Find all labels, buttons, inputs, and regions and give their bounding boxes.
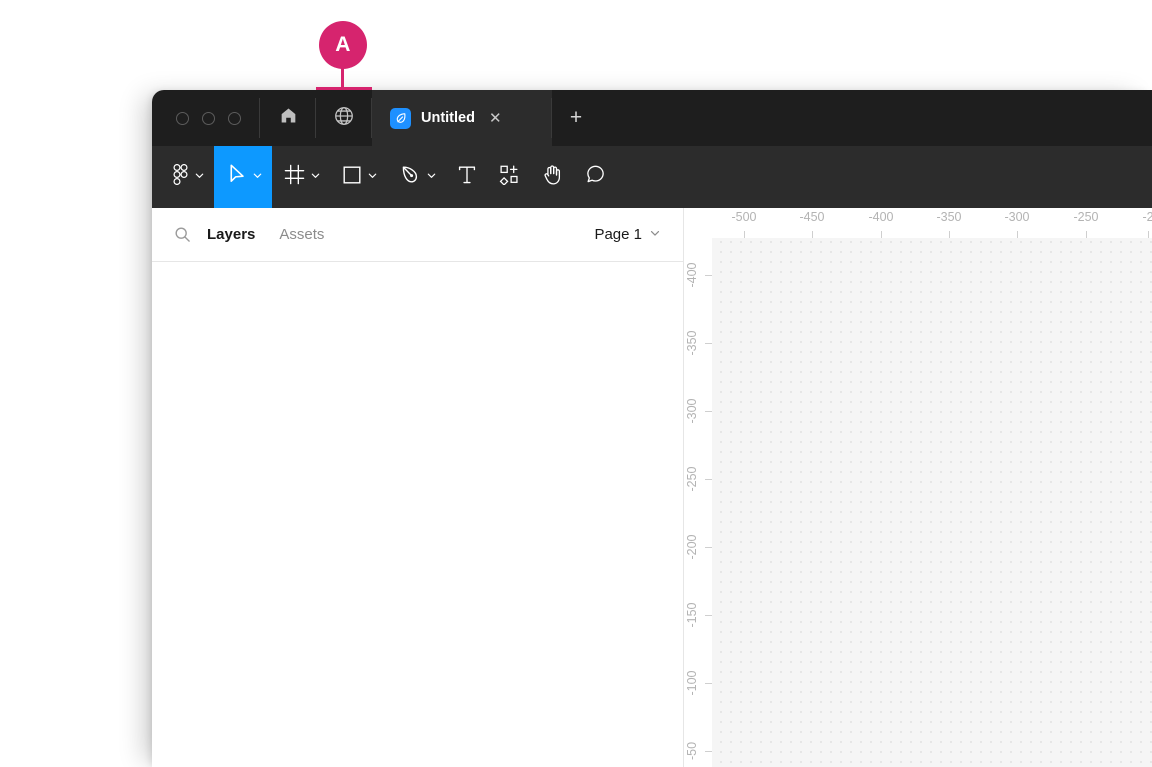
rectangle-icon xyxy=(342,165,362,190)
search-icon[interactable] xyxy=(174,226,191,243)
toolbar-empty-space xyxy=(617,146,1152,208)
ruler-h-tick xyxy=(949,231,950,238)
frame-icon xyxy=(284,164,305,190)
ruler-h-label: -350 xyxy=(936,210,962,224)
ruler-h-label: -450 xyxy=(799,210,825,224)
ruler-v-label: -50 xyxy=(685,741,699,761)
title-bar: Untitled ✕ + xyxy=(152,90,1152,146)
close-dot[interactable] xyxy=(175,111,189,125)
ruler-v-tick xyxy=(705,343,712,344)
figma-menu-button[interactable] xyxy=(160,146,214,208)
text-tool-button[interactable] xyxy=(446,146,488,208)
ruler-h-tick xyxy=(744,231,745,238)
left-panel: Layers Assets Page 1 xyxy=(152,208,684,767)
annotation-badge: A xyxy=(319,21,367,69)
ruler-v-tick xyxy=(705,615,712,616)
ruler-v-label: -400 xyxy=(685,262,699,288)
window-controls xyxy=(152,90,260,146)
canvas-area: -500 -450 -400 -350 -300 -250 -2 -400 -350 -300-… xyxy=(684,208,1152,767)
chevron-down-icon xyxy=(426,168,437,186)
page-selector[interactable]: Page 1 xyxy=(594,226,661,243)
annotation-stem xyxy=(341,67,344,89)
toolbar xyxy=(152,146,1152,208)
pen-tool-button[interactable] xyxy=(387,146,446,208)
text-icon xyxy=(457,164,477,191)
ruler-v-tick xyxy=(705,547,712,548)
app-window: Untitled ✕ + Layers Assets Page 1 -500 -… xyxy=(152,90,1152,767)
vertical-ruler[interactable]: -400 -350 -300 -250 -200 -150 -100 -50 xyxy=(684,238,712,767)
page-selector-label: Page 1 xyxy=(594,226,642,243)
shape-tool-button[interactable] xyxy=(330,146,387,208)
ruler-h-label: -500 xyxy=(731,210,757,224)
close-icon[interactable]: ✕ xyxy=(489,111,502,126)
ruler-h-label: -250 xyxy=(1073,210,1099,224)
ruler-h-label: -300 xyxy=(1004,210,1030,224)
design-canvas[interactable] xyxy=(712,238,1152,767)
resources-tool-button[interactable] xyxy=(488,146,531,208)
ruler-v-tick xyxy=(705,751,712,752)
ruler-corner xyxy=(684,208,712,238)
title-bar-empty-space xyxy=(600,90,1152,146)
chevron-down-icon xyxy=(367,168,378,186)
minimize-dot[interactable] xyxy=(201,111,215,125)
new-tab-button[interactable]: + xyxy=(552,90,600,146)
hand-tool-button[interactable] xyxy=(531,146,574,208)
ruler-h-tick xyxy=(812,231,813,238)
frame-tool-button[interactable] xyxy=(272,146,330,208)
figma-logo-icon xyxy=(172,163,189,190)
move-tool-button[interactable] xyxy=(214,146,272,208)
globe-icon xyxy=(333,105,355,132)
ruler-h-tick xyxy=(1148,231,1149,238)
ruler-h-tick xyxy=(1017,231,1018,238)
content-area: Layers Assets Page 1 -500 -450 -400 -350 -30… xyxy=(152,208,1152,767)
ruler-v-label: -350 xyxy=(685,330,699,356)
ruler-v-label: -150 xyxy=(685,602,699,628)
tab-layers[interactable]: Layers xyxy=(207,226,255,243)
ruler-h-label: -400 xyxy=(868,210,894,224)
ruler-h-label: -2 xyxy=(1142,210,1152,224)
comment-tool-button[interactable] xyxy=(574,146,617,208)
screenshot-root: A Untitled ✕ + Layers Assets Page 1 -500… xyxy=(0,0,1152,767)
ruler-v-tick xyxy=(705,479,712,480)
ruler-h-tick xyxy=(1086,231,1087,238)
pen-icon xyxy=(399,164,421,191)
chevron-down-icon xyxy=(649,226,661,243)
ruler-v-label: -300 xyxy=(685,398,699,424)
layers-list[interactable] xyxy=(152,262,683,767)
horizontal-ruler[interactable]: -500 -450 -400 -350 -300 -250 -2 xyxy=(712,208,1152,238)
ruler-h-tick xyxy=(881,231,882,238)
comment-icon xyxy=(585,164,606,190)
document-tab[interactable]: Untitled ✕ xyxy=(372,90,552,146)
globe-button[interactable] xyxy=(316,90,372,146)
cursor-arrow-icon xyxy=(226,163,247,191)
panel-header: Layers Assets Page 1 xyxy=(152,208,683,262)
ruler-v-label: -250 xyxy=(685,466,699,492)
components-plus-icon xyxy=(499,164,520,190)
figma-file-icon xyxy=(390,107,411,129)
chevron-down-icon xyxy=(310,168,321,186)
ruler-v-label: -100 xyxy=(685,670,699,696)
tab-title: Untitled xyxy=(421,110,475,126)
home-icon xyxy=(279,106,298,130)
chevron-down-icon xyxy=(194,168,205,186)
tab-assets[interactable]: Assets xyxy=(279,226,324,243)
hand-icon xyxy=(542,163,563,191)
home-button[interactable] xyxy=(260,90,316,146)
ruler-v-tick xyxy=(705,683,712,684)
ruler-v-label: -200 xyxy=(685,534,699,560)
zoom-dot[interactable] xyxy=(227,111,241,125)
chevron-down-icon xyxy=(252,168,263,186)
ruler-v-tick xyxy=(705,275,712,276)
ruler-v-tick xyxy=(705,411,712,412)
